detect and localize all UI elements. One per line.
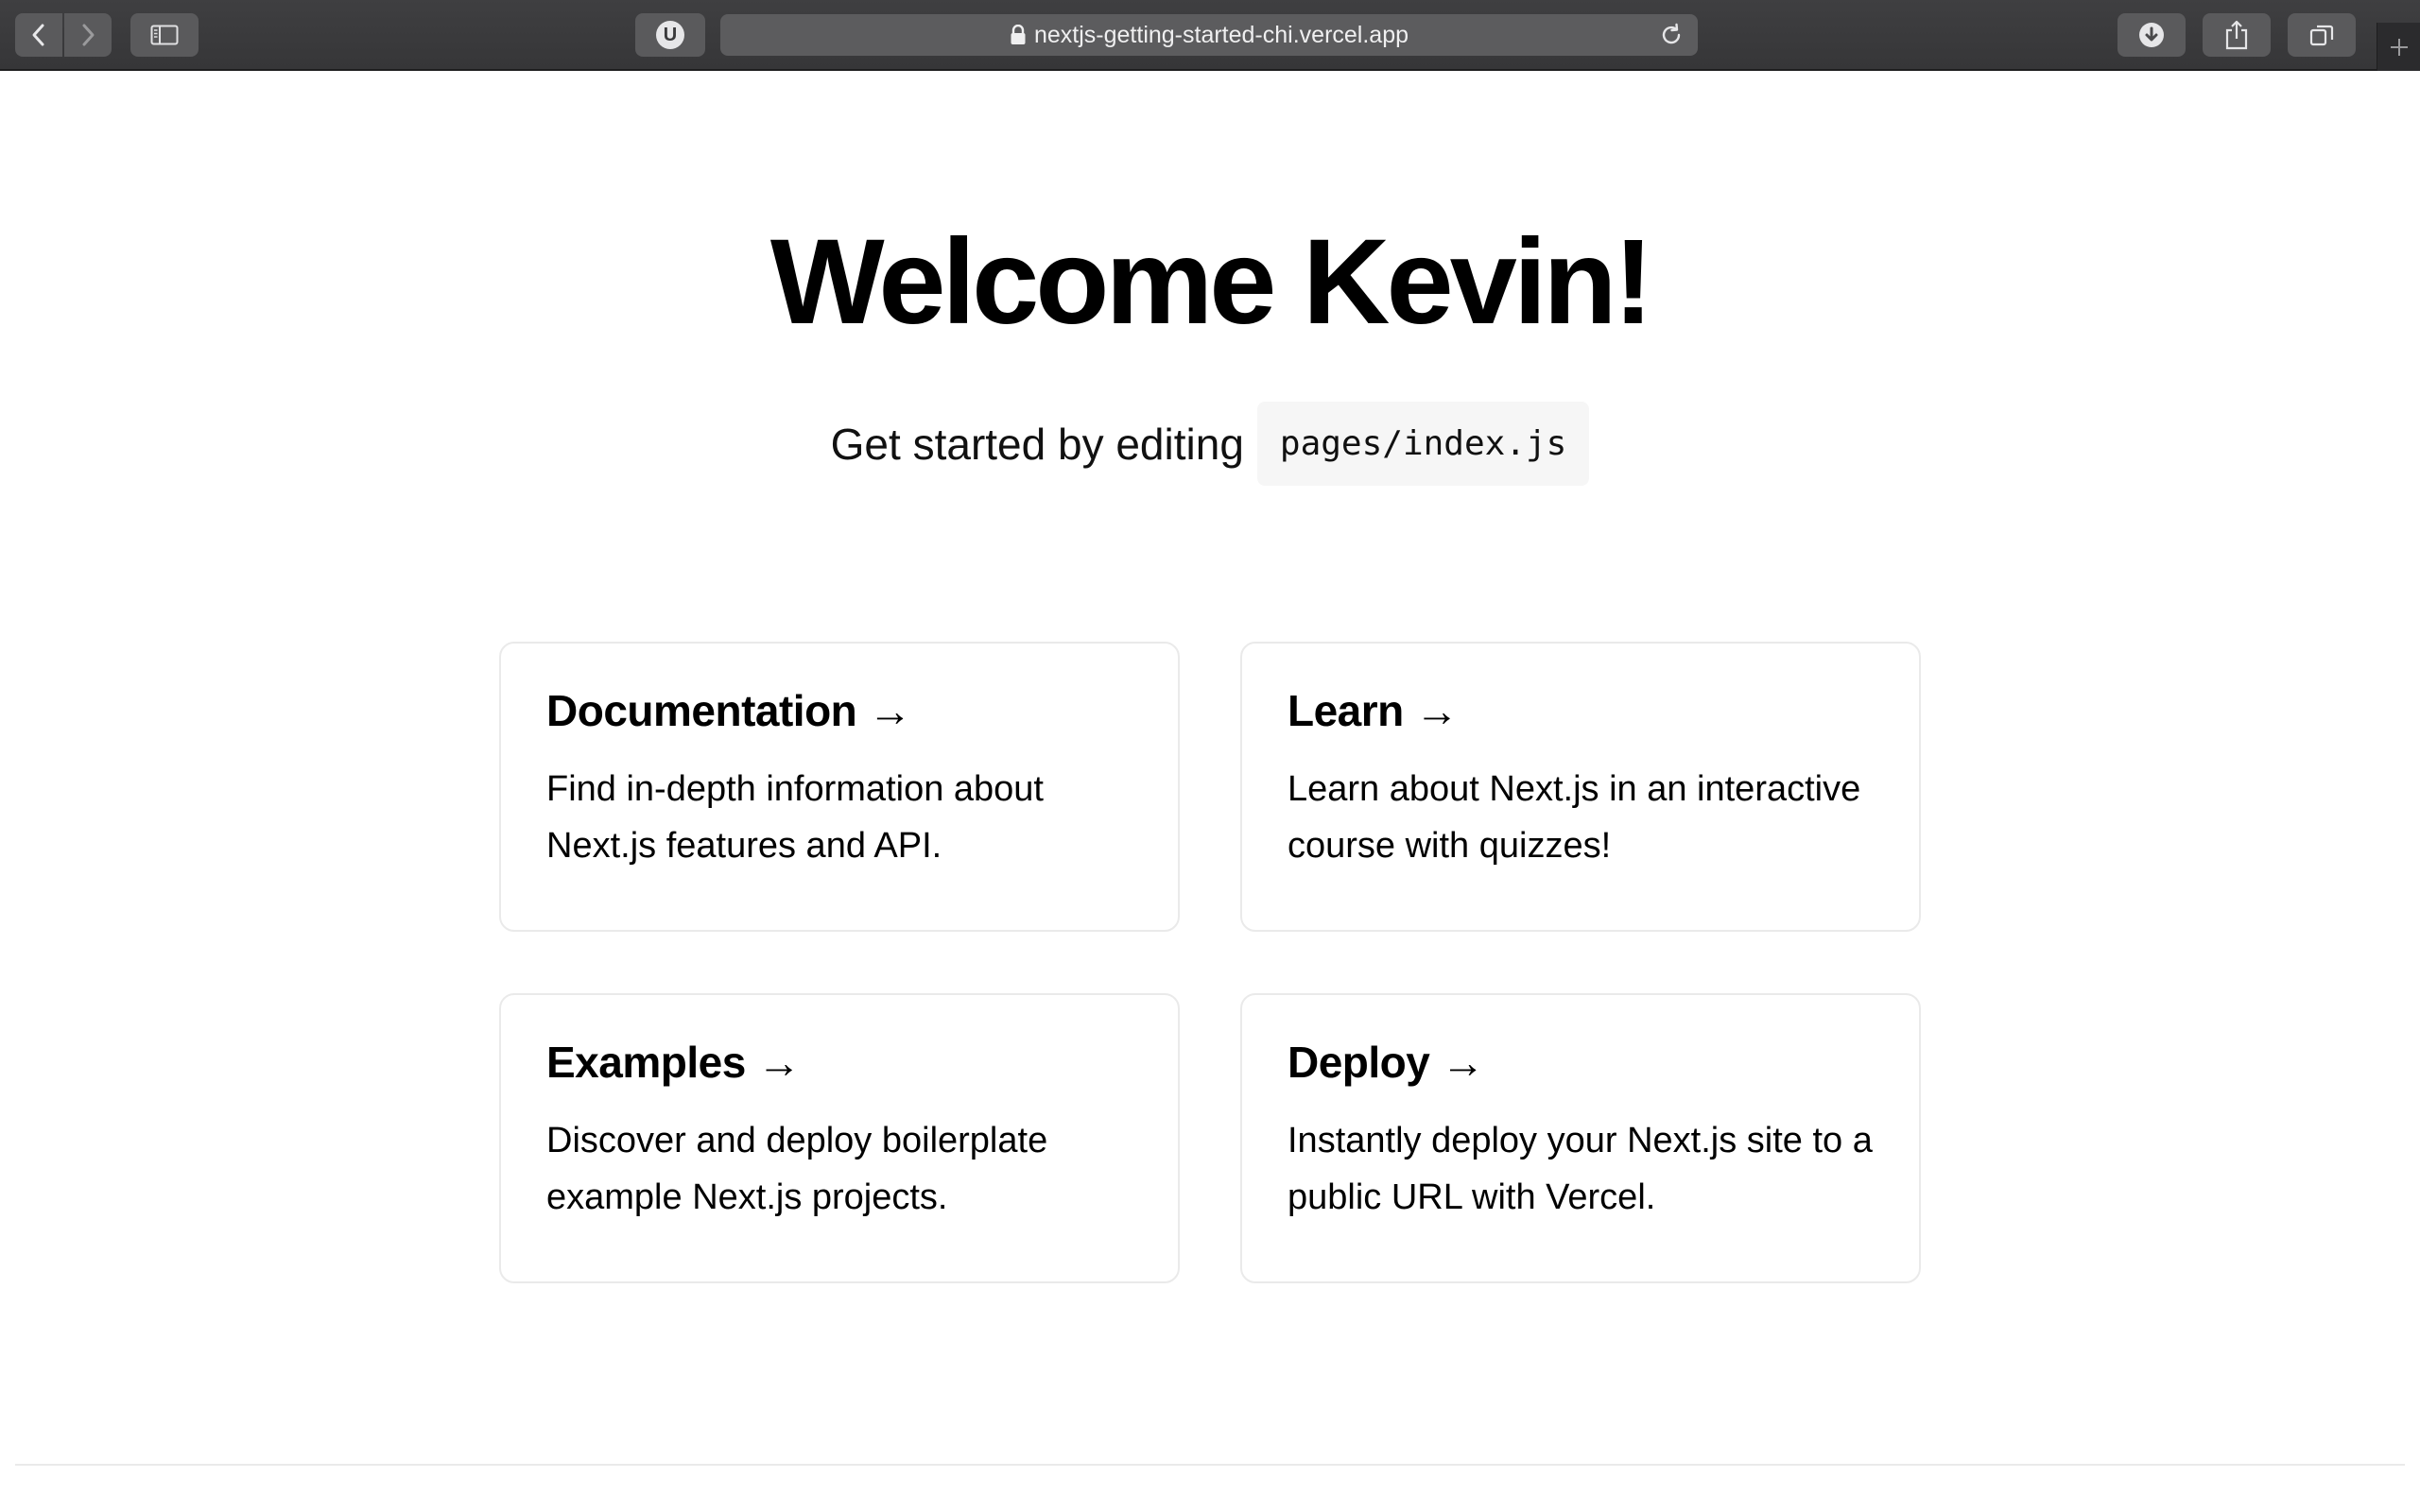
page-title: Welcome Kevin! (769, 215, 1653, 350)
sidebar-icon (150, 25, 179, 45)
chevron-left-icon (32, 24, 44, 46)
extension-button[interactable]: U (635, 13, 705, 57)
card-documentation[interactable]: Documentation → Find in-depth informatio… (499, 642, 1180, 932)
card-title: Documentation → (546, 686, 912, 735)
downloads-button[interactable] (2118, 13, 2186, 57)
reload-icon (1662, 23, 1681, 44)
share-icon (2225, 20, 2248, 50)
sidebar-button[interactable] (130, 13, 199, 57)
card-description: Learn about Next.js in an interactive co… (1288, 769, 1861, 866)
card-title: Deploy → (1288, 1038, 1485, 1087)
tabs-overview-icon (2309, 25, 2334, 46)
card-title: Examples → (546, 1038, 801, 1087)
address-bar[interactable]: nextjs-getting-started-chi.vercel.app (720, 14, 1698, 56)
download-icon (2139, 23, 2164, 47)
subtitle-text: Get started by editing (830, 419, 1244, 469)
card-examples[interactable]: Examples → Discover and deploy boilerpla… (499, 993, 1180, 1283)
card-deploy[interactable]: Deploy → Instantly deploy your Next.js s… (1240, 993, 1921, 1283)
chevron-right-icon (82, 24, 95, 46)
back-button[interactable] (15, 13, 62, 57)
new-tab-button[interactable] (2377, 23, 2420, 71)
page-subtitle: Get started by editing pages/index.js (0, 402, 2420, 486)
browser-toolbar: U nextjs-getting-started-chi.vercel.app (0, 0, 2420, 71)
page-content: Welcome Kevin! Get started by editing pa… (0, 71, 2420, 1512)
card-learn[interactable]: Learn → Learn about Next.js in an intera… (1240, 642, 1921, 932)
plus-icon (2390, 38, 2408, 56)
url-text: nextjs-getting-started-chi.vercel.app (1033, 21, 1409, 48)
footer-divider (15, 1464, 2405, 1466)
share-button[interactable] (2203, 13, 2271, 57)
tabs-overview-button[interactable] (2288, 13, 2356, 57)
forward-button[interactable] (64, 13, 112, 57)
navigation-buttons (15, 13, 112, 57)
extension-badge-label: U (663, 24, 678, 45)
reload-button[interactable] (1658, 22, 1685, 55)
lock-icon (1010, 25, 1027, 45)
card-title: Learn → (1288, 686, 1459, 735)
subtitle-code: pages/index.js (1256, 402, 1590, 486)
card-description: Instantly deploy your Next.js site to a … (1288, 1121, 1873, 1217)
card-description: Find in-depth information about Next.js … (546, 769, 1044, 866)
card-description: Discover and deploy boilerplate example … (546, 1121, 1048, 1217)
